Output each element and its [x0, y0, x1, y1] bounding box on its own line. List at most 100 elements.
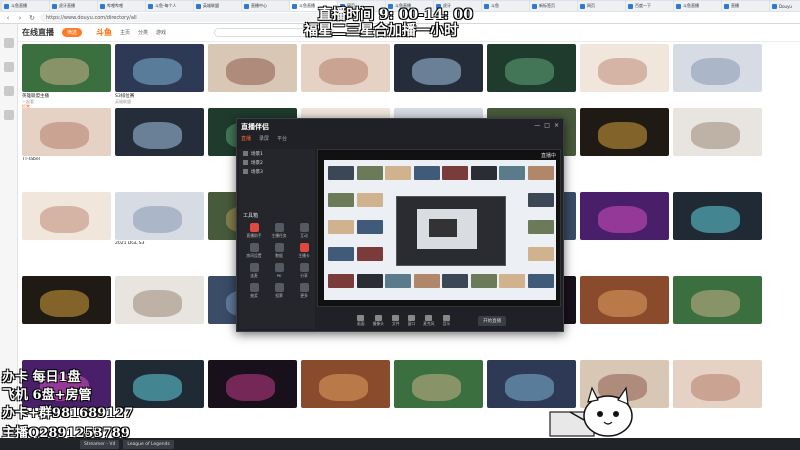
- tool-button[interactable]: 数据: [267, 243, 291, 259]
- scene-item[interactable]: 场景1: [239, 149, 315, 158]
- stream-thumbnail[interactable]: [673, 192, 762, 240]
- stream-thumbnail[interactable]: [673, 108, 762, 156]
- source-button[interactable]: 窗口: [408, 315, 415, 327]
- category-icon[interactable]: [3, 86, 14, 96]
- tab-live[interactable]: 直播: [241, 135, 251, 142]
- close-icon[interactable]: ×: [554, 122, 559, 129]
- stream-card[interactable]: [673, 276, 762, 341]
- head-link-home[interactable]: 主页: [120, 29, 130, 36]
- taskbar-item[interactable]: League of Legends: [123, 439, 174, 449]
- stream-card[interactable]: [208, 44, 297, 109]
- stream-thumbnail[interactable]: [394, 44, 483, 92]
- browser-tab[interactable]: 新标签页: [530, 1, 577, 11]
- home-icon[interactable]: [3, 38, 14, 48]
- source-button[interactable]: 文件: [392, 315, 400, 327]
- site-logo[interactable]: 斗鱼: [96, 27, 112, 38]
- stream-card[interactable]: [580, 192, 669, 257]
- stream-thumbnail[interactable]: [208, 44, 297, 92]
- stream-card[interactable]: [580, 108, 669, 173]
- stream-thumbnail[interactable]: [22, 276, 111, 324]
- source-button[interactable]: 音乐: [443, 315, 450, 327]
- source-button[interactable]: 摄像头: [373, 315, 384, 327]
- eye-icon[interactable]: [243, 169, 248, 174]
- stream-thumbnail[interactable]: [115, 108, 204, 156]
- stream-thumbnail[interactable]: [580, 192, 669, 240]
- stream-card[interactable]: [673, 192, 762, 257]
- browser-tab[interactable]: 斗鱼直播: [2, 1, 49, 11]
- stream-card[interactable]: [580, 44, 669, 109]
- stream-thumbnail[interactable]: [673, 44, 762, 92]
- stream-card[interactable]: [673, 44, 762, 109]
- stream-card[interactable]: [394, 360, 483, 425]
- stream-card[interactable]: [301, 360, 390, 425]
- tool-button[interactable]: 直播助手: [242, 223, 266, 239]
- tool-button[interactable]: 分享: [292, 263, 316, 279]
- tab-platform[interactable]: 平台: [277, 135, 287, 142]
- browser-tab[interactable]: 虎牙直播: [50, 1, 97, 11]
- stream-thumbnail[interactable]: [580, 108, 669, 156]
- reload-icon[interactable]: ↻: [28, 14, 36, 22]
- stream-thumbnail[interactable]: [394, 360, 483, 408]
- taskbar-item[interactable]: Streamer - V4: [80, 439, 120, 449]
- stream-card[interactable]: [301, 44, 390, 109]
- tool-button[interactable]: 主播任务: [267, 223, 291, 239]
- stream-card[interactable]: 2021 DGL S3: [115, 192, 204, 257]
- scene-item[interactable]: 场景3: [239, 167, 315, 176]
- browser-tab[interactable]: 网页: [578, 1, 625, 11]
- stream-preview[interactable]: 直播中: [317, 149, 561, 307]
- head-link-category[interactable]: 分类: [138, 29, 148, 36]
- filter-button[interactable]: 筛选: [62, 28, 83, 37]
- tool-button[interactable]: 互动: [292, 223, 316, 239]
- stream-card[interactable]: [22, 276, 111, 341]
- browser-tab[interactable]: 哔哩哔哩: [98, 1, 145, 11]
- stream-card[interactable]: [580, 276, 669, 341]
- stream-thumbnail[interactable]: [115, 360, 204, 408]
- browser-tab[interactable]: 斗鱼: [482, 1, 529, 11]
- browser-tab[interactable]: 斗鱼-每个人: [146, 1, 193, 11]
- browser-tab[interactable]: 英雄联盟: [194, 1, 241, 11]
- stream-card[interactable]: [115, 276, 204, 341]
- browser-tab[interactable]: Douyu: [770, 1, 800, 11]
- browser-tab[interactable]: 直播: [722, 1, 769, 11]
- stream-thumbnail[interactable]: [22, 108, 111, 156]
- tool-button[interactable]: 主播卡: [292, 243, 316, 259]
- start-live-button[interactable]: 开始直播: [478, 316, 507, 326]
- tool-button[interactable]: PK: [267, 263, 291, 279]
- stream-thumbnail[interactable]: [580, 44, 669, 92]
- stream-card[interactable]: [208, 360, 297, 425]
- stream-card[interactable]: [115, 108, 204, 173]
- stream-card[interactable]: 英雄联盟主播 一起看 打赏: [22, 44, 111, 109]
- tool-button[interactable]: 房间设置: [242, 243, 266, 259]
- stream-thumbnail[interactable]: [487, 44, 576, 92]
- stream-thumbnail[interactable]: [673, 276, 762, 324]
- minimize-icon[interactable]: —: [534, 122, 540, 129]
- browser-tab[interactable]: 斗鱼直播: [674, 1, 721, 11]
- stream-thumbnail[interactable]: [115, 276, 204, 324]
- stream-card[interactable]: [487, 44, 576, 109]
- browser-tab[interactable]: 百度一下: [626, 1, 673, 11]
- tab-record[interactable]: 录屏: [259, 135, 269, 142]
- stream-thumbnail[interactable]: [580, 276, 669, 324]
- tool-button[interactable]: 连麦: [242, 263, 266, 279]
- eye-icon[interactable]: [243, 160, 248, 165]
- stream-thumbnail[interactable]: [208, 360, 297, 408]
- stream-card[interactable]: TT-Tabel: [22, 108, 111, 173]
- stream-card[interactable]: [673, 108, 762, 173]
- source-button[interactable]: 麦克风: [423, 315, 435, 327]
- stream-thumbnail[interactable]: [301, 360, 390, 408]
- eye-icon[interactable]: [243, 151, 248, 156]
- forward-icon[interactable]: ›: [16, 14, 24, 22]
- back-icon[interactable]: ‹: [4, 14, 12, 22]
- tool-button[interactable]: 抽奖: [242, 283, 266, 299]
- browser-tab[interactable]: 直播中心: [242, 1, 289, 11]
- stream-thumbnail[interactable]: [673, 360, 762, 408]
- tool-button[interactable]: 更多: [292, 283, 316, 299]
- history-icon[interactable]: [3, 110, 14, 120]
- follow-icon[interactable]: [3, 62, 14, 72]
- scene-item[interactable]: 场景2: [239, 158, 315, 167]
- stream-thumbnail[interactable]: [301, 44, 390, 92]
- stream-card[interactable]: [673, 360, 762, 425]
- maximize-icon[interactable]: □: [544, 122, 550, 129]
- stream-thumbnail[interactable]: [115, 44, 204, 92]
- stream-thumbnail[interactable]: [115, 192, 204, 240]
